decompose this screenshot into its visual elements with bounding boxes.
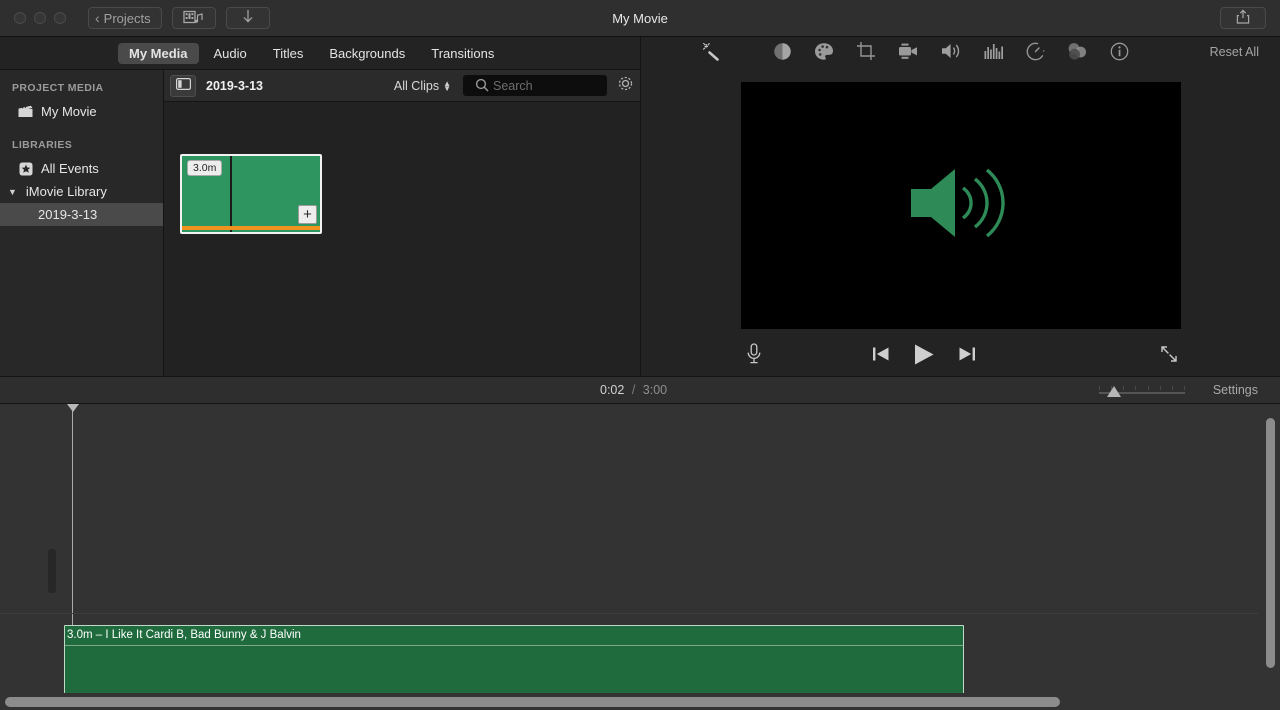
settings-button[interactable]: Settings: [1213, 383, 1258, 397]
speed-icon[interactable]: [1026, 42, 1045, 66]
sidebar-item-label: 2019-3-13: [38, 207, 98, 222]
adjustments-toolbar: Reset All: [641, 37, 1280, 70]
total-time: 3:00: [642, 383, 668, 397]
skip-previous-icon: [873, 347, 889, 361]
tab-transitions[interactable]: Transitions: [420, 43, 505, 64]
close-window-button[interactable]: [14, 12, 26, 24]
volume-icon[interactable]: [941, 42, 962, 65]
adjustment-buttons: [773, 41, 1129, 66]
skip-next-icon: [959, 347, 975, 361]
disclosure-triangle-icon[interactable]: ▼: [8, 187, 17, 197]
microphone-icon: [747, 343, 761, 364]
add-clip-to-project-button[interactable]: +: [298, 205, 317, 224]
info-icon[interactable]: [1110, 42, 1129, 66]
clip-filter-label: All Clips: [393, 78, 440, 93]
title-bar: ‹ Projects My Movie: [0, 0, 1280, 37]
sidebar-item-label: All Events: [41, 161, 99, 176]
skip-previous-button[interactable]: [872, 346, 890, 367]
sidebar-item-imovie-library[interactable]: ▼ iMovie Library: [0, 180, 163, 203]
tab-my-media[interactable]: My Media: [118, 42, 199, 64]
sidebar-item-label: iMovie Library: [25, 184, 107, 199]
sidebar-toggle-button[interactable]: [170, 74, 196, 97]
clapperboard-icon: [18, 104, 33, 119]
back-to-projects-button[interactable]: ‹ Projects: [88, 7, 162, 29]
timeline-zoom-slider[interactable]: [1099, 386, 1185, 398]
playhead-triangle-icon: [67, 404, 79, 412]
project-media-header: PROJECT MEDIA: [12, 82, 104, 94]
clip-frame-divider: [230, 156, 232, 232]
sidebar-item-label: My Movie: [41, 104, 97, 119]
clip-audio-strip: [182, 226, 320, 230]
event-title: 2019-3-13: [206, 78, 263, 93]
clip-filter-dropdown[interactable]: All Clips ▲ ▼: [394, 79, 451, 93]
timecode-separator: /: [631, 383, 636, 397]
gear-icon: [618, 76, 633, 90]
video-preview[interactable]: [741, 82, 1181, 329]
equalizer-icon[interactable]: [984, 43, 1004, 64]
share-button[interactable]: [1220, 7, 1266, 29]
reset-all-button[interactable]: Reset All: [1210, 45, 1259, 59]
sidebar-toggle-icon: [175, 77, 191, 95]
expand-arrows-icon: [1161, 346, 1177, 362]
playback-buttons: [872, 343, 976, 371]
tab-titles[interactable]: Titles: [262, 43, 315, 64]
sidebar-item-event-2019-3-13[interactable]: 2019-3-13: [0, 203, 163, 226]
media-browser-toolbar: 2019-3-13 All Clips ▲ ▼ Search: [164, 70, 640, 102]
media-browser: 2019-3-13 All Clips ▲ ▼ Search 3.0m +: [164, 70, 640, 376]
back-to-projects-label: Projects: [103, 10, 151, 26]
voiceover-button[interactable]: [746, 343, 762, 370]
color-correction-icon[interactable]: [814, 42, 834, 66]
filters-icon[interactable]: [1067, 42, 1088, 66]
filmstrip-music-icon: [182, 10, 205, 27]
browser-settings-button[interactable]: [617, 75, 634, 97]
minimize-window-button[interactable]: [34, 12, 46, 24]
maximize-window-button[interactable]: [54, 12, 66, 24]
chevron-left-icon: ‹: [95, 10, 100, 26]
share-export-icon: [1236, 9, 1250, 28]
tab-audio[interactable]: Audio: [203, 43, 258, 64]
timeline-panel[interactable]: 3.0m – I Like It Cardi B, Bad Bunny & J …: [0, 404, 1280, 710]
sidebar-item-all-events[interactable]: All Events: [0, 157, 163, 180]
download-arrow-icon: [242, 9, 254, 27]
star-box-icon: [18, 161, 33, 176]
browser-tab-bar: My Media Audio Titles Backgrounds Transi…: [0, 37, 640, 70]
window-controls[interactable]: [14, 12, 66, 24]
sidebar-item-my-movie[interactable]: My Movie: [0, 100, 163, 123]
search-icon: [475, 78, 489, 95]
magic-wand-icon[interactable]: [701, 41, 721, 66]
clip-duration-badge: 3.0m: [187, 160, 223, 176]
libraries-header: LIBRARIES: [12, 139, 73, 151]
status-bar: 0:02 / 3:00 Settings: [0, 376, 1280, 404]
import-download-button[interactable]: [225, 7, 270, 29]
media-browser-content: 3.0m +: [164, 102, 640, 376]
crop-icon[interactable]: [856, 41, 876, 66]
viewer-panel: Reset All: [640, 37, 1280, 376]
current-time: 0:02: [600, 383, 625, 397]
tab-backgrounds[interactable]: Backgrounds: [318, 43, 416, 64]
timeline-scrollbar-area: [0, 693, 1280, 710]
import-media-button[interactable]: [171, 7, 216, 29]
play-button[interactable]: [912, 343, 936, 371]
timeline-drag-handle[interactable]: [48, 549, 56, 593]
speaker-waves-icon: [905, 159, 1017, 252]
fullscreen-button[interactable]: [1159, 344, 1179, 369]
timeline-track-divider: [0, 613, 1258, 614]
timeline-clip-label: 3.0m – I Like It Cardi B, Bad Bunny & J …: [65, 626, 963, 646]
library-sidebar: PROJECT MEDIA My Movie LIBRARIES All Eve…: [0, 70, 164, 376]
zoom-slider-handle[interactable]: [1107, 386, 1121, 397]
skip-next-button[interactable]: [958, 346, 976, 367]
timeline-vertical-scrollbar[interactable]: [1266, 418, 1275, 668]
stepper-updown-icon: ▲ ▼: [443, 78, 451, 93]
timecode-display: 0:02 / 3:00: [600, 383, 667, 397]
imovie-window: ‹ Projects My Movie My Media Audio Title…: [0, 0, 1280, 710]
timeline-audio-clip[interactable]: 3.0m – I Like It Cardi B, Bad Bunny & J …: [64, 625, 964, 697]
search-input[interactable]: Search: [463, 75, 607, 96]
play-icon: [915, 344, 934, 364]
media-clip-thumbnail[interactable]: 3.0m +: [180, 154, 322, 234]
color-balance-icon[interactable]: [773, 42, 792, 66]
viewer-transport-controls: [641, 337, 1280, 376]
search-placeholder-text: Search: [493, 78, 533, 93]
stabilization-icon[interactable]: [898, 43, 919, 64]
timeline-horizontal-scrollbar[interactable]: [5, 697, 1060, 707]
